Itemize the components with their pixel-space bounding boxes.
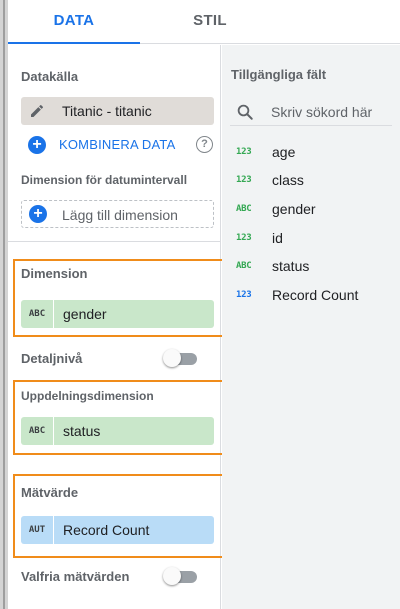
field-name: Record Count bbox=[272, 287, 359, 303]
toggle-knob bbox=[163, 349, 181, 367]
date-range-dimension-label: Dimension för datumintervall bbox=[21, 173, 188, 187]
panel-tabs: DATA STIL bbox=[8, 0, 400, 44]
left-edge-scrollbar bbox=[0, 0, 8, 609]
field-name: age bbox=[272, 144, 296, 160]
tab-style[interactable]: STIL bbox=[140, 0, 280, 44]
blend-data-button[interactable]: KOMBINERA DATA bbox=[59, 137, 175, 152]
dimension-highlight-box bbox=[13, 259, 227, 337]
field-name: class bbox=[272, 172, 304, 188]
field-name: id bbox=[272, 230, 283, 246]
field-name: status bbox=[272, 258, 310, 274]
field-type-icon: ABC bbox=[236, 204, 252, 214]
section-divider bbox=[8, 241, 221, 242]
field-type-icon: 123 bbox=[236, 175, 252, 185]
available-fields-title: Tillgängliga fält bbox=[231, 67, 327, 82]
available-field-item[interactable]: 123 id bbox=[222, 228, 400, 250]
pencil-icon[interactable] bbox=[29, 103, 45, 119]
plus-icon[interactable]: + bbox=[28, 136, 46, 154]
metric-highlight-box bbox=[13, 474, 238, 558]
available-fields-panel: Tillgängliga fält Skriv sökord här 123 a… bbox=[222, 45, 400, 609]
available-field-item[interactable]: 123 class bbox=[222, 170, 400, 192]
available-field-item[interactable]: 123 age bbox=[222, 142, 400, 164]
field-type-icon: 123 bbox=[236, 290, 252, 300]
data-source-name: Titanic - titanic bbox=[62, 103, 152, 119]
available-field-item[interactable]: 123 Record Count bbox=[222, 285, 400, 307]
data-source-chip[interactable]: Titanic - titanic bbox=[21, 97, 214, 125]
blend-data-row: + KOMBINERA DATA ? bbox=[21, 135, 214, 155]
help-icon[interactable]: ? bbox=[196, 136, 213, 153]
field-name: gender bbox=[272, 201, 316, 217]
drilldown-label: Detaljnivå bbox=[21, 351, 83, 366]
search-underline bbox=[230, 125, 392, 126]
breakdown-highlight-box bbox=[13, 380, 232, 455]
add-dimension-label: Lägg till dimension bbox=[62, 207, 178, 223]
optional-metrics-toggle[interactable] bbox=[163, 566, 199, 586]
toggle-knob bbox=[163, 567, 181, 585]
available-field-item[interactable]: ABC gender bbox=[222, 199, 400, 221]
optional-metrics-label: Valfria mätvärden bbox=[21, 569, 130, 584]
tab-data[interactable]: DATA bbox=[8, 0, 140, 44]
add-date-dimension-button[interactable]: + Lägg till dimension bbox=[21, 200, 214, 228]
source-label: Datakälla bbox=[21, 69, 79, 84]
drilldown-toggle[interactable] bbox=[163, 348, 199, 368]
field-type-icon: 123 bbox=[236, 147, 252, 157]
plus-icon: + bbox=[29, 205, 47, 223]
field-type-icon: 123 bbox=[236, 233, 252, 243]
available-field-item[interactable]: ABC status bbox=[222, 256, 400, 278]
search-icon bbox=[237, 104, 253, 120]
field-type-icon: ABC bbox=[236, 261, 252, 271]
search-input[interactable]: Skriv sökord här bbox=[271, 104, 372, 120]
